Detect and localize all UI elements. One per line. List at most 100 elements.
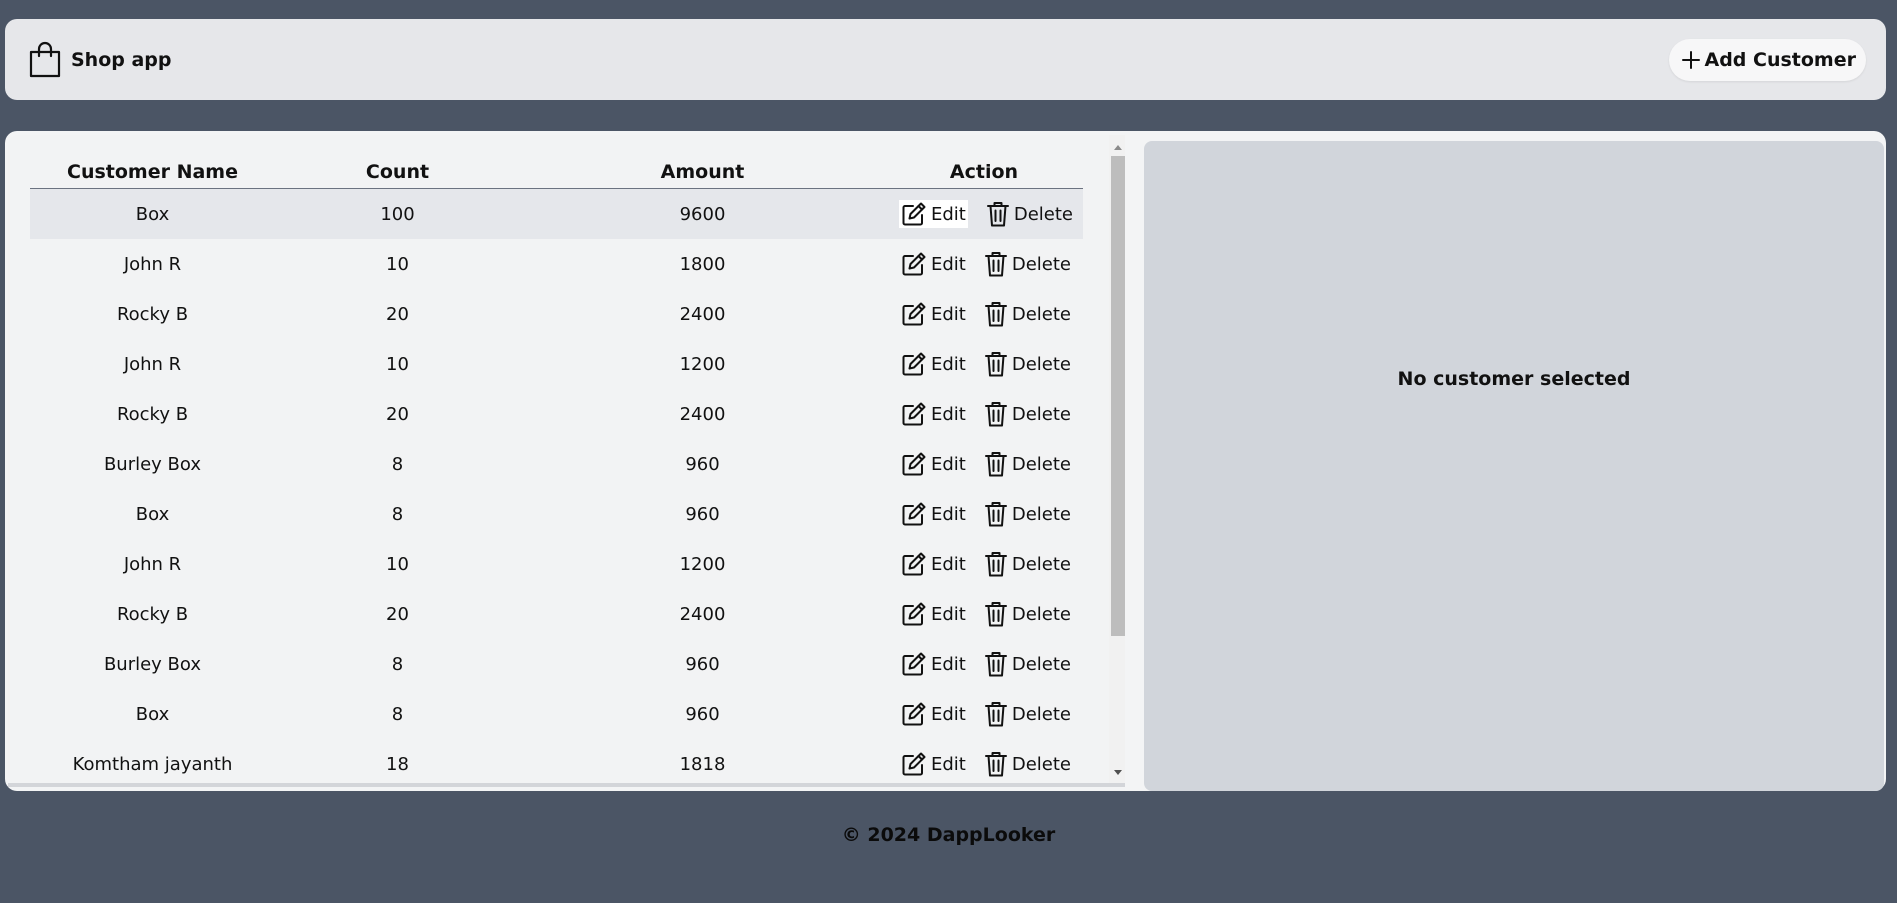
edit-icon [901, 301, 927, 327]
horizontal-scrollbar[interactable] [8, 783, 1125, 787]
amount-cell: 1200 [679, 353, 726, 375]
action-cell: Edit Delete [885, 300, 1083, 328]
action-cell: Edit Delete [885, 350, 1083, 378]
table-row[interactable]: Box 8 960 Edit Delete [30, 689, 1083, 739]
edit-icon [901, 651, 927, 677]
add-customer-button[interactable]: Add Customer [1668, 38, 1866, 81]
trash-icon [984, 600, 1008, 628]
table-row[interactable]: Rocky B 20 2400 Edit Delete [30, 589, 1083, 639]
customer-detail-panel: No customer selected [1144, 141, 1884, 791]
table-row[interactable]: Burley Box 8 960 Edit Delete [30, 639, 1083, 689]
edit-button[interactable]: Edit [901, 701, 966, 727]
trash-icon [984, 400, 1008, 428]
action-cell: Edit Delete [885, 400, 1083, 428]
delete-button[interactable]: Delete [984, 550, 1071, 578]
action-cell: Edit Delete [885, 250, 1083, 278]
customer-name-cell: Box [135, 503, 170, 525]
edit-label: Edit [930, 553, 966, 575]
edit-button[interactable]: Edit [901, 551, 966, 577]
edit-icon [901, 451, 927, 477]
brand: Shop app [28, 41, 172, 79]
edit-label: Edit [930, 653, 966, 675]
delete-button[interactable]: Delete [984, 700, 1071, 728]
edit-icon [901, 501, 927, 527]
trash-icon [984, 750, 1008, 778]
edit-button[interactable]: Edit [901, 451, 966, 477]
action-cell: Edit Delete [885, 750, 1083, 778]
edit-button[interactable]: Edit [901, 651, 966, 677]
count-cell: 18 [386, 753, 409, 775]
table-row[interactable]: Komtham jayanth 18 1818 Edit Delete [30, 739, 1083, 785]
add-customer-label: Add Customer [1704, 48, 1857, 71]
count-cell: 10 [386, 553, 409, 575]
edit-button[interactable]: Edit [901, 301, 966, 327]
delete-button[interactable]: Delete [984, 250, 1071, 278]
scroll-down-arrow-icon[interactable] [1114, 770, 1122, 775]
delete-label: Delete [1011, 653, 1071, 675]
edit-icon [901, 601, 927, 627]
edit-button[interactable]: Edit [898, 200, 968, 228]
table-row[interactable]: Box 100 9600 Edit Delete [30, 189, 1083, 239]
vertical-scrollbar[interactable] [1109, 135, 1125, 785]
delete-button[interactable]: Delete [984, 750, 1071, 778]
delete-label: Delete [1011, 403, 1071, 425]
table-header: Customer Name Count Amount Action [30, 159, 1083, 189]
edit-label: Edit [930, 603, 966, 625]
scroll-up-arrow-icon[interactable] [1114, 145, 1122, 150]
edit-button[interactable]: Edit [901, 501, 966, 527]
column-header-customer-name: Customer Name [67, 161, 238, 183]
column-header-count: Count [365, 161, 430, 183]
app-header: Shop app Add Customer [5, 19, 1886, 100]
table-row[interactable]: John R 10 1800 Edit Delete [30, 239, 1083, 289]
table-row[interactable]: Rocky B 20 2400 Edit Delete [30, 289, 1083, 339]
scrollbar-thumb[interactable] [1111, 156, 1125, 636]
delete-label: Delete [1011, 753, 1071, 775]
edit-button[interactable]: Edit [901, 351, 966, 377]
edit-label: Edit [930, 753, 966, 775]
table-row[interactable]: Box 8 960 Edit Delete [30, 489, 1083, 539]
delete-button[interactable]: Delete [984, 400, 1071, 428]
customer-name-cell: Box [135, 703, 170, 725]
customer-name-cell: Box [135, 203, 170, 225]
empty-detail-message: No customer selected [1397, 368, 1631, 390]
edit-button[interactable]: Edit [901, 251, 966, 277]
delete-button[interactable]: Delete [984, 350, 1071, 378]
delete-button[interactable]: Delete [984, 600, 1071, 628]
table-row[interactable]: John R 10 1200 Edit Delete [30, 339, 1083, 389]
amount-cell: 960 [685, 503, 720, 525]
customer-name-cell: Rocky B [116, 603, 189, 625]
count-cell: 8 [391, 653, 404, 675]
delete-button[interactable]: Delete [984, 500, 1071, 528]
edit-button[interactable]: Edit [901, 601, 966, 627]
table-row[interactable]: John R 10 1200 Edit Delete [30, 539, 1083, 589]
count-cell: 10 [386, 353, 409, 375]
count-cell: 10 [386, 253, 409, 275]
trash-icon [984, 300, 1008, 328]
count-cell: 100 [380, 203, 415, 225]
amount-cell: 9600 [679, 203, 726, 225]
customer-table: Customer Name Count Amount Action Box 10… [30, 159, 1083, 785]
customer-name-cell: Burley Box [103, 453, 202, 475]
delete-button[interactable]: Delete [984, 450, 1071, 478]
amount-cell: 1200 [679, 553, 726, 575]
delete-button[interactable]: Delete [984, 650, 1071, 678]
count-cell: 20 [386, 603, 409, 625]
amount-cell: 2400 [679, 303, 726, 325]
count-cell: 20 [386, 403, 409, 425]
customer-name-cell: Rocky B [116, 303, 189, 325]
customer-name-cell: Rocky B [116, 403, 189, 425]
delete-button[interactable]: Delete [984, 300, 1071, 328]
table-row[interactable]: Rocky B 20 2400 Edit Delete [30, 389, 1083, 439]
edit-icon [901, 201, 927, 227]
edit-button[interactable]: Edit [901, 401, 966, 427]
delete-button[interactable]: Delete [986, 200, 1073, 228]
action-cell: Edit Delete [885, 600, 1083, 628]
shopping-bag-icon [28, 41, 62, 79]
customer-name-cell: John R [123, 353, 182, 375]
edit-button[interactable]: Edit [901, 751, 966, 777]
table-row[interactable]: Burley Box 8 960 Edit Delete [30, 439, 1083, 489]
trash-icon [984, 250, 1008, 278]
customer-table-container[interactable]: Customer Name Count Amount Action Box 10… [8, 135, 1125, 785]
action-cell: Edit Delete [885, 200, 1083, 228]
edit-icon [901, 251, 927, 277]
